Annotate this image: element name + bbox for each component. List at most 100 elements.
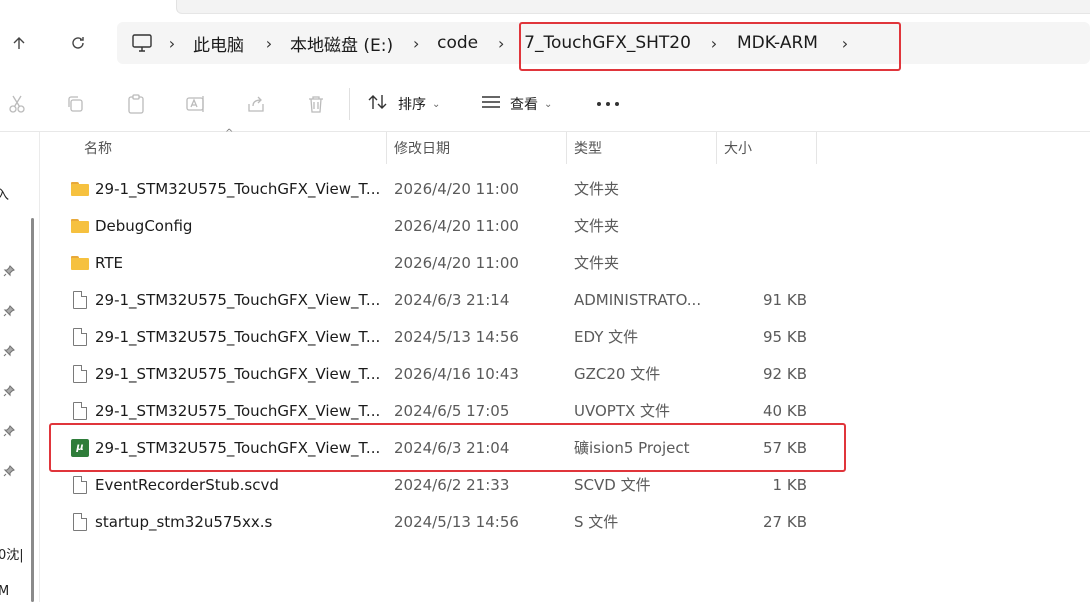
file-name: startup_stm32u575xx.s [95,512,273,531]
nav-scrollbar[interactable] [31,218,34,602]
file-row-uvprojx[interactable]: μ 29-1_STM32U575_TouchGFX_View_T... 2024… [44,429,1090,466]
file-row[interactable]: RTE 2026/4/20 11:00 文件夹 [44,244,1090,281]
file-type: 文件夹 [574,217,620,235]
view-label: 查看 [510,97,538,113]
file-type: GZC20 文件 [574,365,661,383]
file-row[interactable]: EventRecorderStub.scvd 2024/6/2 21:33 SC… [44,466,1090,503]
breadcrumb-this-pc[interactable]: 此电脑 [193,22,244,64]
folder-icon [70,170,90,207]
address-bar[interactable]: › 此电脑 › 本地磁盘 (E:) › code › 7_TouchGFX_SH… [117,22,1090,64]
sort-icon [368,93,390,115]
file-icon [70,281,90,318]
more-options-icon[interactable] [596,91,620,117]
chevron-right-icon[interactable]: › [494,34,508,53]
file-type: 文件夹 [574,180,620,198]
file-icon [70,318,90,355]
file-type: EDY 文件 [574,328,639,346]
nav-item-text[interactable]: M [0,584,9,599]
file-size: 92 KB [763,364,807,383]
file-date: 2024/6/5 17:05 [394,401,510,420]
breadcrumb-mdk-arm[interactable]: MDK-ARM [737,22,818,64]
breadcrumb-project[interactable]: 7_TouchGFX_SHT20 [524,22,691,64]
rename-icon[interactable] [183,92,209,116]
this-pc-icon[interactable] [131,22,153,64]
file-type: ADMINISTRATO... [574,290,702,309]
file-type: S 文件 [574,513,619,531]
column-divider[interactable] [716,132,717,164]
breadcrumb-drive-e[interactable]: 本地磁盘 (E:) [290,22,393,64]
column-header-date[interactable]: 修改日期 [394,132,450,164]
sort-button[interactable]: 排序 ⌄ [368,91,440,117]
file-size [724,170,807,207]
nav-item-text[interactable]: 入 [0,184,9,203]
chevron-right-icon[interactable]: › [165,34,179,53]
chevron-down-icon: ⌄ [432,98,441,110]
file-row[interactable]: startup_stm32u575xx.s 2024/5/13 14:56 S … [44,503,1090,540]
column-header-size[interactable]: 大小 [724,132,752,164]
column-header-name[interactable]: 名称 [84,132,112,164]
column-header-type[interactable]: 类型 [574,132,602,164]
cut-icon[interactable] [4,92,30,116]
navigation-pane: 入 0沈| M [0,132,40,602]
file-type: UVOPTX 文件 [574,402,671,420]
column-divider[interactable] [816,132,817,164]
file-date: 2026/4/20 11:00 [394,216,519,235]
file-type: 文件夹 [574,254,620,272]
file-row[interactable]: 29-1_STM32U575_TouchGFX_View_T... 2026/4… [44,170,1090,207]
file-size: 57 KB [763,438,807,457]
pin-icon[interactable] [3,345,17,359]
file-date: 2024/5/13 14:56 [394,512,519,531]
file-type: 礦ision5 Project [574,439,690,457]
pin-icon[interactable] [3,465,17,479]
uvision-project-icon: μ [70,429,90,466]
file-row[interactable]: 29-1_STM32U575_TouchGFX_View_T... 2024/6… [44,392,1090,429]
file-name: 29-1_STM32U575_TouchGFX_View_T... [95,179,380,198]
pin-icon[interactable] [3,385,17,399]
file-size [724,207,807,244]
file-date: 2026/4/20 11:00 [394,253,519,272]
view-button[interactable]: 查看 ⌄ [480,91,552,117]
share-icon[interactable] [243,92,269,116]
sort-ascending-icon: ^ [225,128,234,139]
file-icon [70,392,90,429]
breadcrumb-code[interactable]: code [437,22,478,64]
file-size [724,244,807,281]
file-name: EventRecorderStub.scvd [95,475,279,494]
column-divider[interactable] [386,132,387,164]
nav-item-text[interactable]: 0沈| [0,544,24,563]
file-name: RTE [95,253,123,272]
chevron-right-icon[interactable]: › [262,34,276,53]
file-date: 2026/4/16 10:43 [394,364,519,383]
file-date: 2024/5/13 14:56 [394,327,519,346]
chevron-right-icon[interactable]: › [838,34,852,53]
file-row[interactable]: DebugConfig 2026/4/20 11:00 文件夹 [44,207,1090,244]
column-divider[interactable] [566,132,567,164]
file-name: 29-1_STM32U575_TouchGFX_View_T... [95,438,380,457]
pin-icon[interactable] [3,425,17,439]
file-icon [70,503,90,540]
file-size: 40 KB [763,401,807,420]
file-date: 2024/6/3 21:14 [394,290,510,309]
folder-icon [70,244,90,281]
file-row[interactable]: 29-1_STM32U575_TouchGFX_View_T... 2024/5… [44,318,1090,355]
file-row[interactable]: 29-1_STM32U575_TouchGFX_View_T... 2026/4… [44,355,1090,392]
file-date: 2024/6/2 21:33 [394,475,510,494]
chevron-down-icon: ⌄ [544,98,553,110]
file-name: DebugConfig [95,216,193,235]
toolbar-divider [349,88,350,120]
file-row[interactable]: 29-1_STM32U575_TouchGFX_View_T... 2024/6… [44,281,1090,318]
paste-icon[interactable] [123,92,149,116]
pin-icon[interactable] [3,265,17,279]
pin-icon[interactable] [3,305,17,319]
chevron-right-icon[interactable]: › [707,34,721,53]
file-name: 29-1_STM32U575_TouchGFX_View_T... [95,364,380,383]
copy-icon[interactable] [62,92,88,116]
command-toolbar: 排序 ⌄ 查看 ⌄ [0,76,1090,132]
file-name: 29-1_STM32U575_TouchGFX_View_T... [95,401,380,420]
sort-label: 排序 [398,97,426,113]
up-arrow-icon[interactable] [4,28,34,58]
chevron-right-icon[interactable]: › [409,34,423,53]
folder-icon [70,207,90,244]
delete-icon[interactable] [303,92,329,116]
refresh-icon[interactable] [63,28,93,58]
